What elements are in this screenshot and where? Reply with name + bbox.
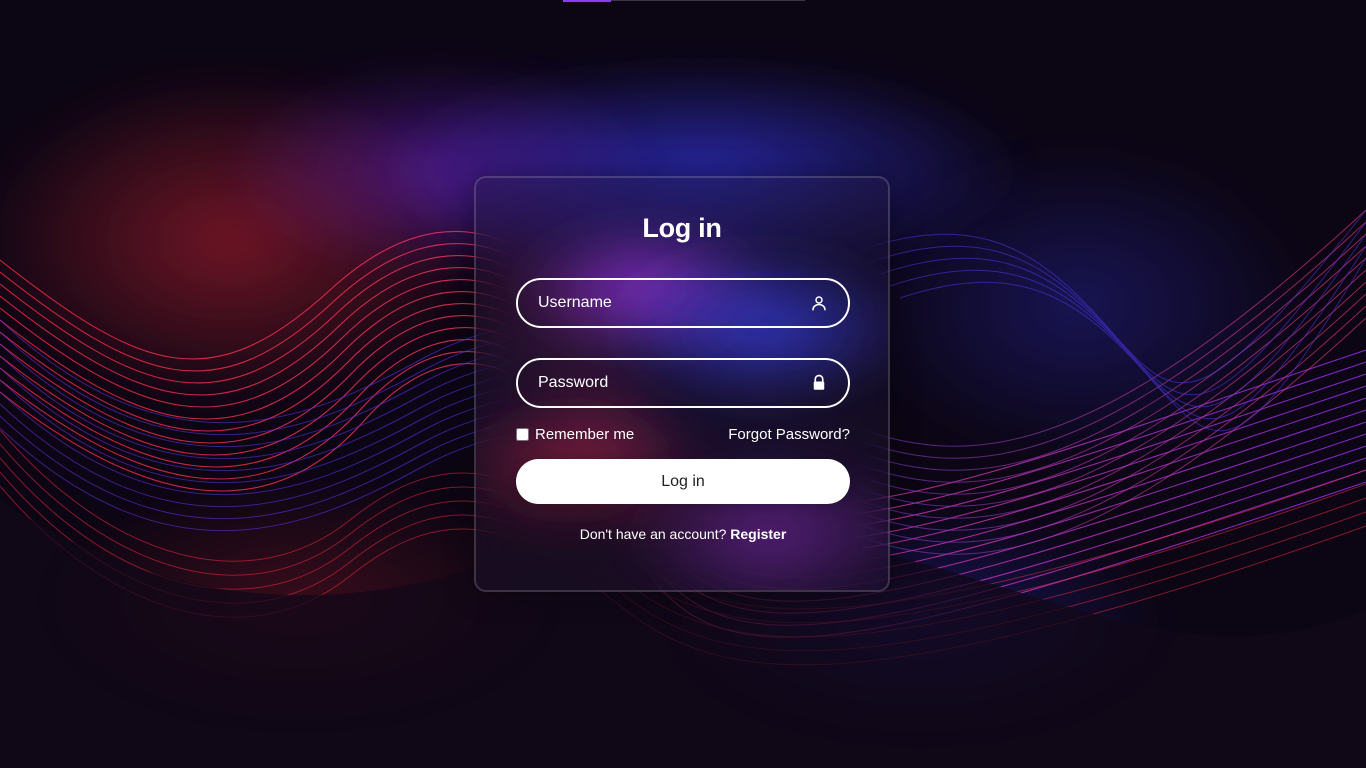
login-options: Remember me Forgot Password?: [516, 426, 850, 443]
register-question: Don't have an account?: [579, 526, 727, 542]
username-field[interactable]: [516, 278, 850, 328]
login-button[interactable]: Log in: [516, 459, 850, 504]
register-link[interactable]: Register: [730, 526, 786, 542]
username-input[interactable]: [518, 280, 848, 326]
top-progress-track: [563, 0, 805, 2]
password-field[interactable]: [516, 358, 850, 408]
password-input[interactable]: [518, 360, 848, 406]
login-card: Log in Remember me: [474, 176, 890, 592]
login-page: Log in Remember me: [0, 0, 1366, 768]
login-title: Log in: [642, 213, 722, 243]
remember-me-label: Remember me: [535, 426, 635, 443]
login-form: Log in Remember me: [476, 178, 888, 542]
remember-me-checkbox[interactable]: [516, 428, 529, 441]
register-prompt: Don't have an account? Register: [516, 526, 850, 542]
top-progress-fill: [563, 0, 611, 2]
remember-me-option[interactable]: Remember me: [516, 426, 634, 443]
forgot-password-link[interactable]: Forgot Password?: [728, 426, 850, 443]
user-icon: [812, 296, 826, 311]
lock-icon: [813, 374, 825, 390]
